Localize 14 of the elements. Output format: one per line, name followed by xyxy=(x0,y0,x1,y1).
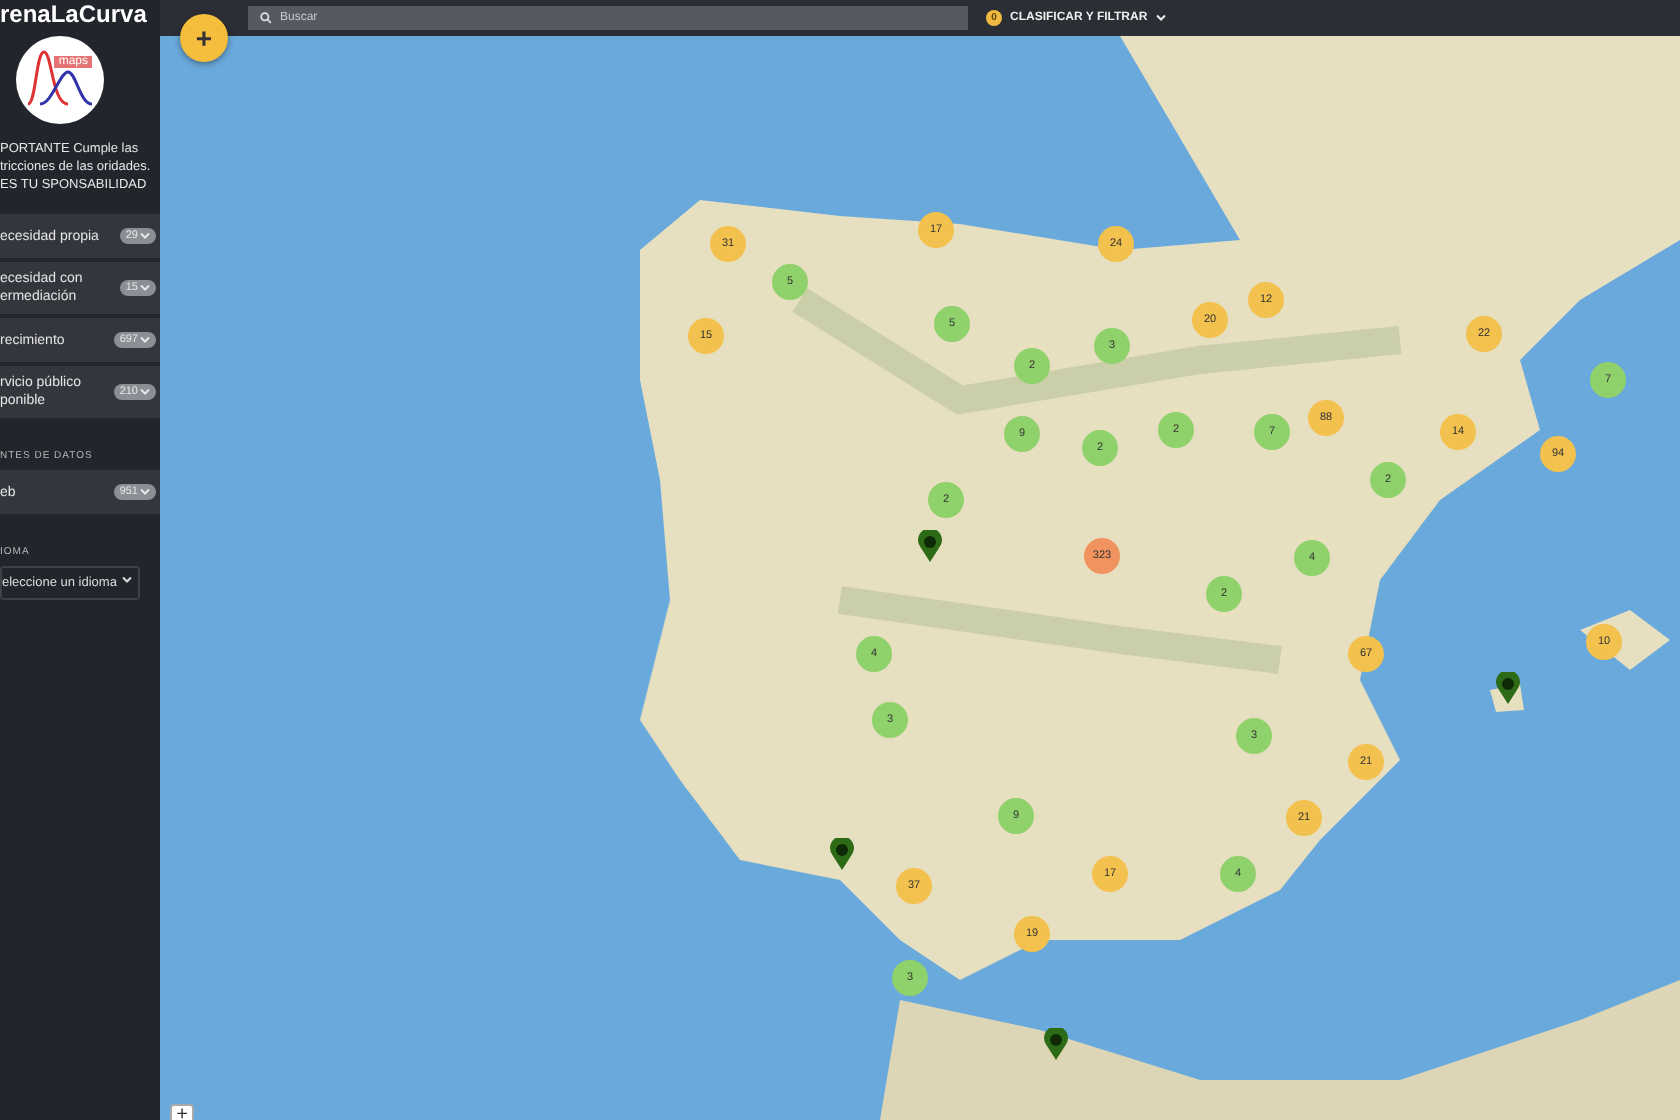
chevron-down-icon xyxy=(140,232,150,240)
zoom-in-button[interactable]: + xyxy=(170,1104,194,1120)
chevron-down-icon xyxy=(1155,14,1166,22)
chevron-down-icon xyxy=(140,336,150,344)
chevron-down-icon xyxy=(140,284,150,292)
map-pin-icon[interactable] xyxy=(1044,1028,1068,1060)
chevron-down-icon xyxy=(122,576,132,584)
map-pin-icon[interactable] xyxy=(830,838,854,870)
map-pin-icon[interactable] xyxy=(918,530,942,562)
search-icon xyxy=(260,12,272,24)
map-pin-icon[interactable] xyxy=(1496,672,1520,704)
chevron-down-icon xyxy=(140,388,150,396)
app-title: renaLaCurva xyxy=(0,0,149,32)
chevron-down-icon xyxy=(140,488,150,496)
